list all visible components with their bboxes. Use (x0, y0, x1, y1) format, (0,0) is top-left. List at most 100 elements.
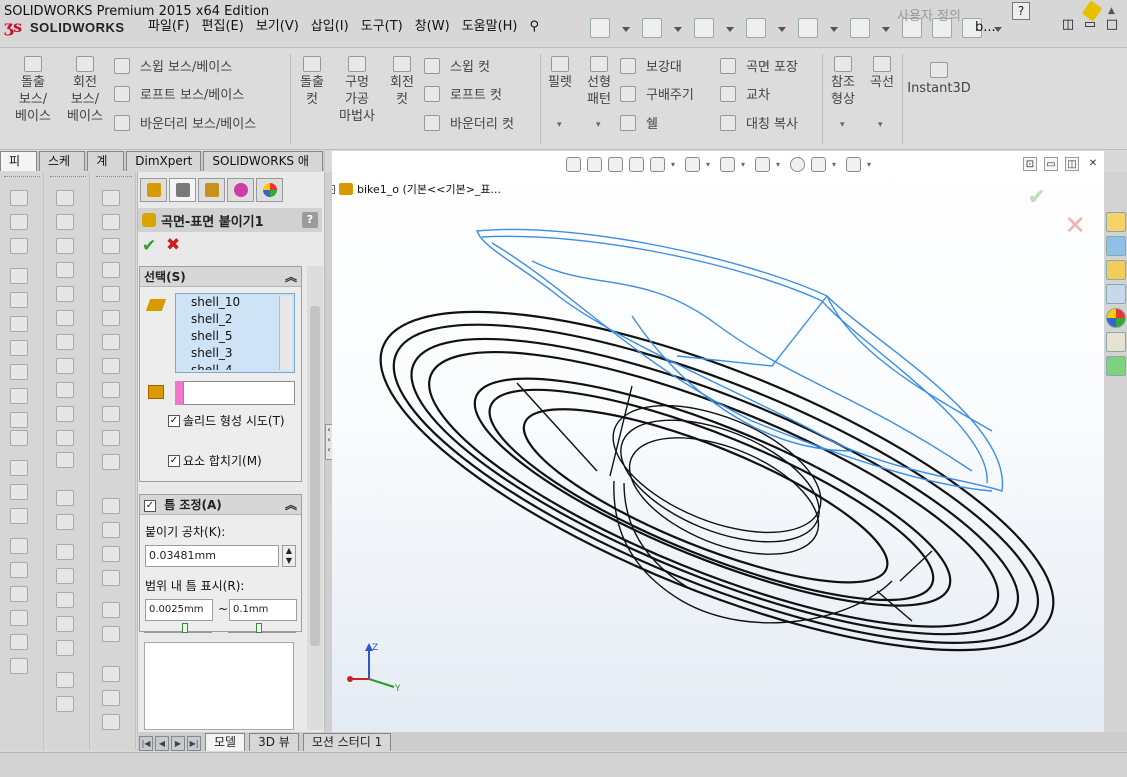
toolbar-icon[interactable] (102, 546, 120, 562)
fillet-dropdown-icon[interactable]: ▾ (557, 120, 562, 130)
toolbar-icon[interactable] (10, 268, 28, 284)
maximize-icon[interactable]: □ (1104, 18, 1120, 34)
revolved-cut-button[interactable]: 회전 컷 (384, 56, 420, 108)
gap-control-header[interactable]: ✓ 틈 조정(A) ︽ (140, 495, 301, 515)
reference-geometry-button[interactable]: 참조 형상 (826, 56, 860, 108)
open-dropdown-icon[interactable] (672, 23, 684, 33)
save-dropdown-icon[interactable] (724, 23, 736, 33)
feature-manager-tab[interactable] (140, 178, 167, 202)
pattern-dropdown-icon[interactable]: ▾ (596, 120, 601, 130)
try-solid-checkbox[interactable]: ✓ 솔리드 형성 시도(T) (168, 413, 298, 429)
new-dropdown-icon[interactable] (620, 23, 632, 33)
tab-model[interactable]: 모델 (205, 733, 246, 751)
toolbar-icon[interactable] (10, 508, 28, 524)
document-icon[interactable] (1106, 236, 1126, 256)
toolbar-icon[interactable] (102, 190, 120, 206)
boundary-cut-button[interactable]: 바운더리 컷 (424, 113, 514, 132)
toolbar-icon[interactable] (56, 640, 74, 656)
toolbar-icon[interactable] (10, 190, 28, 206)
tab-addins[interactable]: SOLIDWORKS 애드인 (203, 151, 324, 187)
toolbar-icon[interactable] (56, 696, 74, 712)
open-icon[interactable] (642, 18, 662, 38)
toolbar-icon[interactable] (102, 286, 120, 302)
tab-features[interactable]: 피처 (0, 151, 37, 187)
next-tab-icon[interactable]: ▶ (171, 736, 185, 751)
toolbar-icon[interactable] (102, 406, 120, 422)
toolbar-icon[interactable] (56, 262, 74, 278)
toolbar-icon[interactable] (10, 316, 28, 332)
reference-dropdown-icon[interactable]: ▾ (840, 120, 845, 130)
cancel-button[interactable]: ✖ (166, 235, 180, 255)
toolbar-icon[interactable] (10, 562, 28, 578)
curves-dropdown-icon[interactable]: ▾ (878, 120, 883, 130)
toolbar-icon[interactable] (10, 214, 28, 230)
menu-file[interactable]: 파일(F) (142, 16, 196, 38)
pin-menu-icon[interactable]: ⚲ (524, 16, 546, 38)
fillet-button[interactable]: 필렛 (544, 56, 576, 91)
property-manager-scrollbar[interactable] (307, 266, 323, 730)
list-item[interactable]: shell_3 (176, 345, 294, 362)
toolbar-icon[interactable] (102, 666, 120, 682)
print-icon[interactable] (746, 18, 766, 38)
toolbar-icon[interactable] (10, 430, 28, 446)
list-scrollbar[interactable] (279, 296, 292, 370)
toolbar-icon[interactable] (102, 454, 120, 470)
toolbar-icon[interactable] (102, 262, 120, 278)
toolbar-icon[interactable] (102, 690, 120, 706)
select-dropdown-icon[interactable] (880, 23, 892, 33)
tab-3d-views[interactable]: 3D 뷰 (249, 733, 299, 751)
model-geometry[interactable] (332, 151, 1104, 732)
merge-entities-checkbox[interactable]: ✓ 요소 합치기(M) (168, 453, 298, 469)
draft-button[interactable]: 구배주기 (620, 84, 694, 103)
toolbar-icon[interactable] (102, 714, 120, 730)
toolbar-icon[interactable] (56, 406, 74, 422)
property-manager-tab[interactable] (169, 178, 196, 202)
toolbar-icon[interactable] (10, 634, 28, 650)
menu-view[interactable]: 보기(V) (250, 16, 305, 38)
gap-max-input[interactable]: 0.1mm (229, 599, 297, 621)
print-dropdown-icon[interactable] (776, 23, 788, 33)
toolbar-icon[interactable] (10, 364, 28, 380)
toolbar-icon[interactable] (102, 626, 120, 642)
toolbar-icon[interactable] (10, 586, 28, 602)
forum-icon[interactable] (1106, 356, 1126, 376)
checkbox[interactable]: ✓ (168, 455, 180, 467)
list-item[interactable]: shell_5 (176, 328, 294, 345)
undo-dropdown-icon[interactable] (828, 23, 840, 33)
status-custom-units[interactable]: 사용자 정의 (897, 5, 961, 24)
toolbar-icon[interactable] (56, 672, 74, 688)
toolbar-icon[interactable] (56, 430, 74, 446)
toolbar-icon[interactable] (56, 592, 74, 608)
restore-icon[interactable]: ◫ (1060, 18, 1076, 34)
tab-dimxpert[interactable]: DimXpert (126, 151, 202, 171)
surfaces-selection-list[interactable]: shell_10 shell_2 shell_5 shell_3 shell_4 (175, 293, 295, 373)
toolbar-icon[interactable] (10, 340, 28, 356)
toolbar-icon[interactable] (10, 484, 28, 500)
gap-min-slider[interactable] (144, 621, 212, 633)
select-icon[interactable] (850, 18, 870, 38)
slider-thumb[interactable] (182, 623, 188, 633)
tolerance-spinner[interactable]: ▲ ▼ (282, 545, 296, 567)
swept-cut-button[interactable]: 스윕 컷 (424, 56, 490, 75)
toolbar-icon[interactable] (10, 658, 28, 674)
tab-evaluate[interactable]: 계산 (87, 151, 125, 187)
toolbar-grip[interactable] (4, 176, 40, 178)
first-tab-icon[interactable]: |◀ (139, 736, 153, 751)
curves-button[interactable]: 곡선 (866, 56, 898, 91)
rib-button[interactable]: 보강대 (620, 56, 682, 75)
help-icon[interactable]: ? (302, 212, 318, 228)
toolbar-icon[interactable] (56, 568, 74, 584)
linear-pattern-button[interactable]: 선형 패턴 (582, 56, 616, 108)
toolbar-icon[interactable] (102, 310, 120, 326)
home-icon[interactable] (1106, 212, 1126, 232)
toolbar-icon[interactable] (10, 388, 28, 404)
undo-icon[interactable] (798, 18, 818, 38)
gap-control-checkbox[interactable]: ✓ (144, 499, 156, 512)
shell-button[interactable]: 쉘 (620, 113, 658, 132)
lofted-cut-button[interactable]: 로프트 컷 (424, 84, 502, 103)
chevron-up-icon[interactable]: ▲ (1108, 6, 1115, 16)
toolbar-icon[interactable] (10, 610, 28, 626)
toolbar-icon[interactable] (10, 412, 28, 428)
instant3d-button[interactable]: Instant3D (906, 62, 972, 97)
list-item[interactable]: shell_4 (176, 362, 294, 370)
